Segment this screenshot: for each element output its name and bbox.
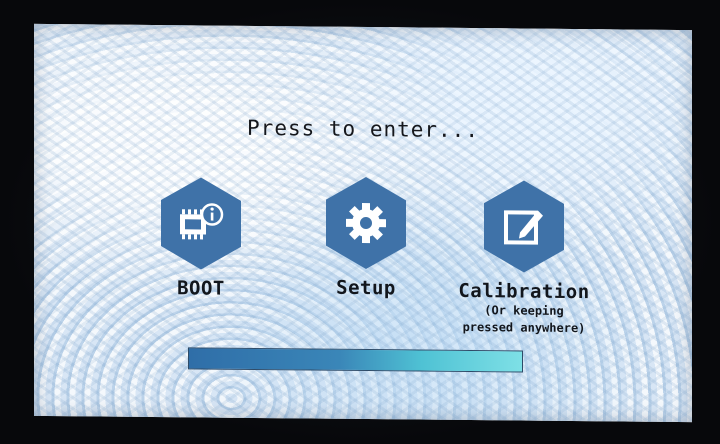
setup-option[interactable]: Setup [311, 177, 421, 300]
boot-progress-fill [189, 348, 522, 372]
touch-screen[interactable]: Press to enter... BOOT Setup Calibration… [34, 23, 692, 423]
gear-icon[interactable] [326, 177, 406, 270]
boot-option[interactable]: BOOT [146, 177, 256, 300]
calibration-option[interactable]: Calibration (Or keeping pressed anywhere… [444, 180, 604, 338]
chip-info-icon[interactable] [161, 177, 241, 270]
calibration-label: Calibration [458, 279, 590, 304]
boot-label: BOOT [177, 277, 225, 300]
calibration-hint-line-1: (Or keeping [484, 303, 564, 318]
calibration-hint-line-2: pressed anywhere) [462, 319, 586, 336]
boot-progress-bar [188, 347, 523, 373]
edit-pen-icon[interactable] [484, 180, 564, 273]
setup-label: Setup [336, 276, 396, 300]
